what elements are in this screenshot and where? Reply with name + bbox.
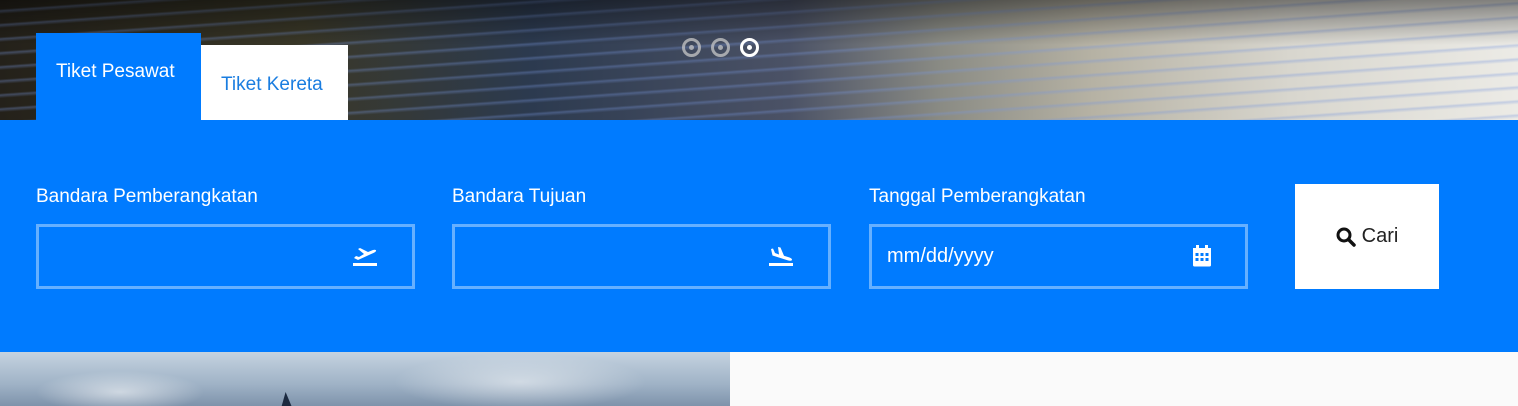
plane-arrival-icon — [769, 247, 793, 266]
search-button[interactable]: Cari — [1295, 184, 1439, 289]
search-icon — [1336, 227, 1356, 247]
airplane-image — [0, 352, 730, 406]
destination-field-group: Bandara Tujuan — [452, 186, 831, 289]
carousel-indicators — [682, 38, 759, 57]
date-input[interactable] — [872, 227, 1187, 286]
carousel-dot-3[interactable] — [740, 38, 759, 57]
date-input-box[interactable] — [869, 224, 1248, 289]
ticket-tabs: Tiket Pesawat Tiket Kereta — [36, 33, 348, 120]
departure-input[interactable] — [39, 227, 354, 286]
tab-tiket-pesawat[interactable]: Tiket Pesawat — [36, 33, 201, 120]
departure-label: Bandara Pemberangkatan — [36, 186, 258, 207]
search-button-label: Cari — [1361, 225, 1399, 247]
destination-input-box[interactable] — [452, 224, 831, 289]
departure-input-box[interactable] — [36, 224, 415, 289]
destination-input[interactable] — [455, 227, 770, 286]
date-field-group: Tanggal Pemberangkatan — [869, 186, 1248, 289]
tab-tiket-kereta[interactable]: Tiket Kereta — [201, 45, 348, 120]
flight-search-panel: Bandara Pemberangkatan Bandara Tujuan Ta… — [0, 120, 1518, 352]
departure-field-group: Bandara Pemberangkatan — [36, 186, 415, 289]
calendar-icon — [1193, 245, 1211, 267]
airplane-tail — [280, 392, 294, 406]
destination-label: Bandara Tujuan — [452, 186, 587, 207]
plane-departure-icon — [353, 248, 377, 266]
carousel-dot-1[interactable] — [682, 38, 701, 57]
date-label: Tanggal Pemberangkatan — [869, 186, 1086, 207]
carousel-dot-2[interactable] — [711, 38, 730, 57]
